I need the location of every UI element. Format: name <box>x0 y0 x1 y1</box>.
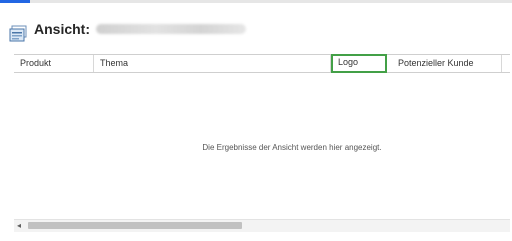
grid-header: Produkt Thema Logo Potenzieller Kunde <box>14 54 510 73</box>
view-heading: Ansicht: <box>34 19 246 39</box>
column-header-potenzieller-kunde[interactable]: Potenzieller Kunde <box>392 55 502 72</box>
view-label: Ansicht: <box>34 21 90 37</box>
column-header-thema[interactable]: Thema <box>94 55 331 72</box>
scroll-left-arrow-icon[interactable]: ◂ <box>17 222 25 230</box>
results-grid: Produkt Thema Logo Potenzieller Kunde Di… <box>14 54 510 235</box>
empty-results-message: Die Ergebnisse der Ansicht werden hier a… <box>202 143 382 152</box>
scroll-thumb[interactable] <box>28 222 242 229</box>
view-name-redacted <box>96 24 246 34</box>
active-tab-indicator <box>0 0 30 3</box>
column-header-produkt[interactable]: Produkt <box>14 55 94 72</box>
horizontal-scrollbar[interactable]: ◂ <box>14 219 510 232</box>
view-grid-icon <box>9 25 27 42</box>
column-header-logo[interactable]: Logo <box>331 54 387 73</box>
top-tab-strip <box>0 0 512 3</box>
